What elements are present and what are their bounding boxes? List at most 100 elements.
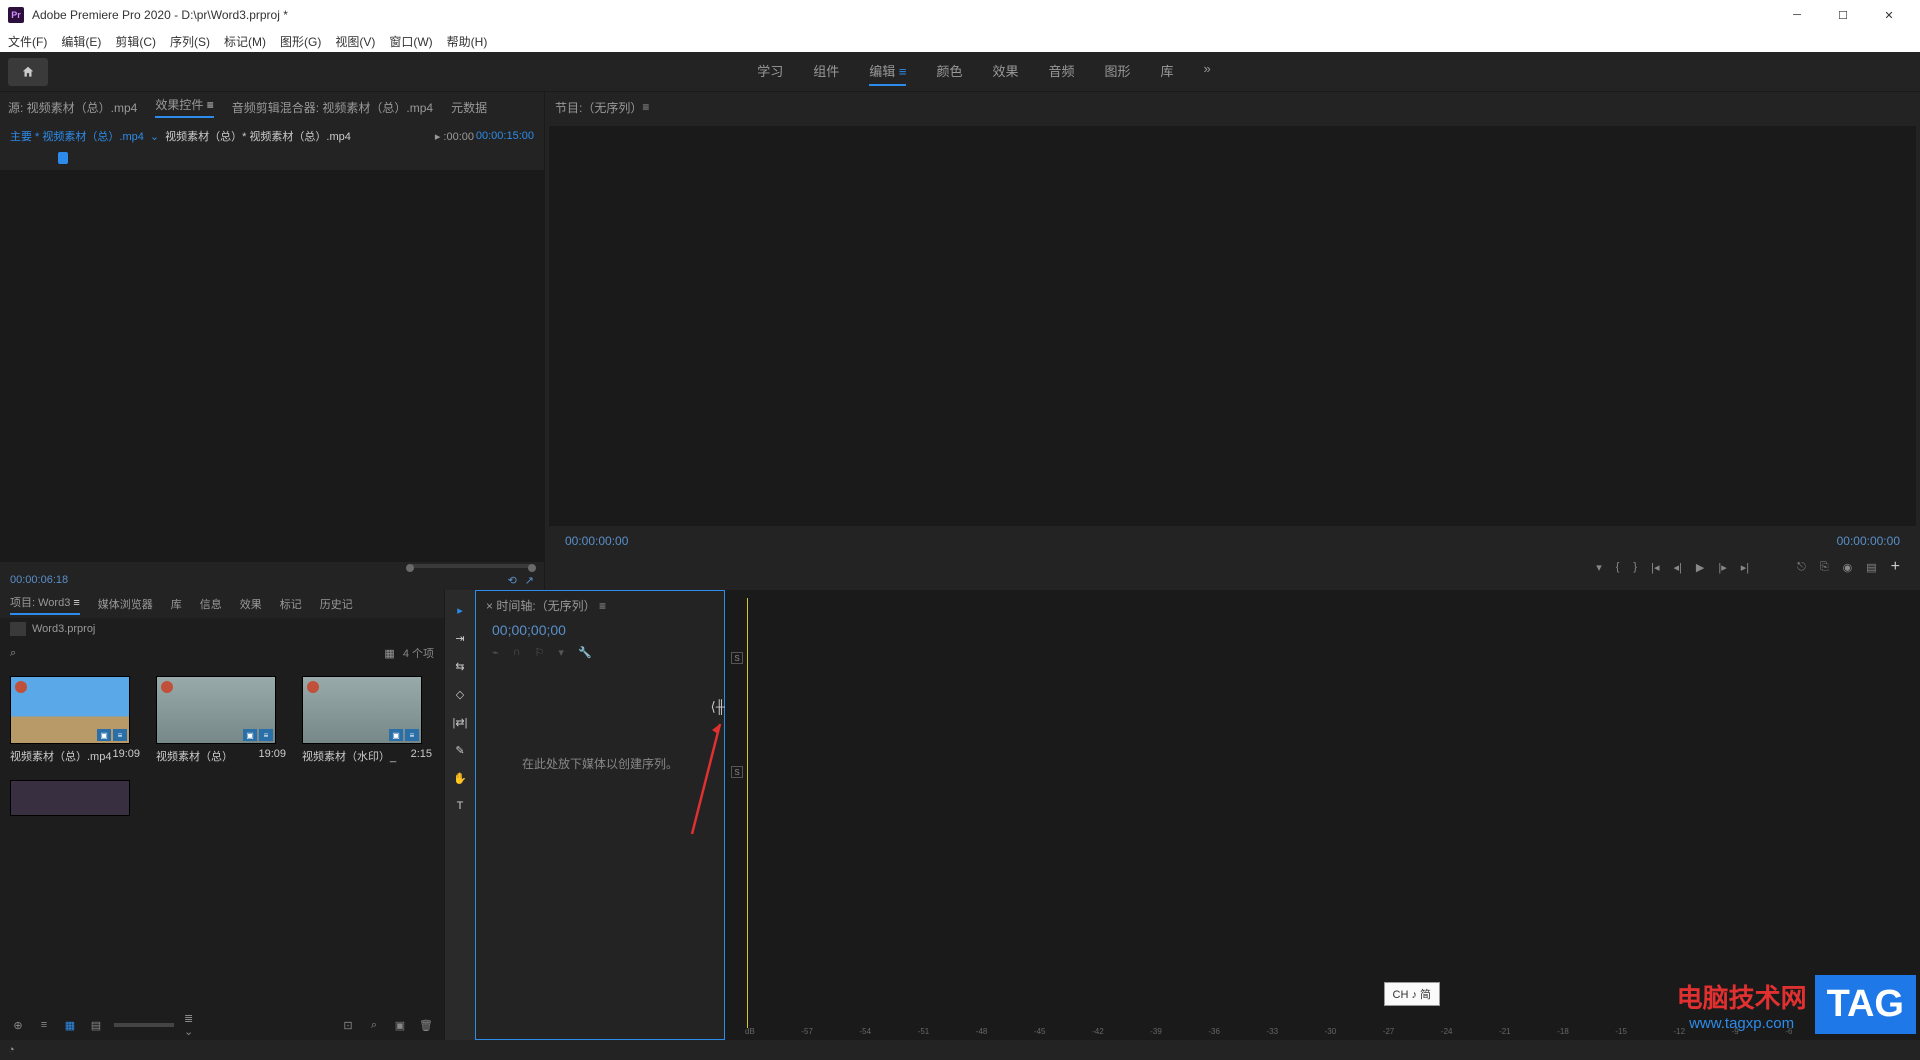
menu-graphics[interactable]: 图形(G): [280, 33, 321, 50]
menu-markers[interactable]: 标记(M): [224, 33, 266, 50]
insert-icon[interactable]: ▾: [558, 646, 564, 659]
export-frame-icon[interactable]: ◉: [1843, 561, 1853, 574]
find-icon[interactable]: ⌕: [366, 1017, 382, 1033]
tab-effects[interactable]: 效果: [992, 57, 1018, 86]
tab-audio[interactable]: 音频: [1049, 57, 1075, 86]
master-clip-label[interactable]: 主要 * 视频素材（总）.mp4: [10, 128, 144, 144]
bin-item[interactable]: ▣≡ 视频素材（水印）_2:15: [302, 676, 432, 764]
tab-metadata[interactable]: 元数据: [451, 99, 487, 116]
new-bin-icon[interactable]: ⊕: [10, 1017, 26, 1033]
menu-clip[interactable]: 剪辑(C): [115, 33, 156, 50]
effect-scrollbar[interactable]: [0, 562, 544, 570]
in-point-icon[interactable]: {: [1616, 561, 1620, 573]
tab-editing[interactable]: 编辑 ≡: [869, 57, 906, 86]
menu-view[interactable]: 视图(V): [335, 33, 375, 50]
step-back-icon[interactable]: ◂|: [1673, 561, 1681, 574]
menu-file[interactable]: 文件(F): [8, 33, 47, 50]
zoom-slider[interactable]: [114, 1023, 174, 1027]
type-tool-icon[interactable]: T: [450, 796, 470, 816]
sort-icon[interactable]: ≣ ⌄: [184, 1017, 200, 1033]
menu-edit[interactable]: 编辑(E): [61, 33, 101, 50]
bin-item[interactable]: ▣≡ 视频素材（总）.mp419:09: [10, 676, 140, 764]
menu-window[interactable]: 窗口(W): [389, 33, 432, 50]
folder-icon[interactable]: [10, 622, 26, 636]
tab-libraries[interactable]: 库: [171, 596, 182, 612]
goto-in-icon[interactable]: |◂: [1651, 561, 1659, 574]
tab-history[interactable]: 历史记: [320, 596, 353, 612]
project-bins[interactable]: ▣≡ 视频素材（总）.mp419:09 ▣≡ 视频素材（总）19:09 ▣≡ 视…: [0, 666, 444, 1010]
tab-learn[interactable]: 学习: [757, 57, 783, 86]
linked-sel-icon[interactable]: ∩: [513, 646, 521, 659]
lift-icon[interactable]: ⎋: [1797, 561, 1806, 574]
audio-meter-panel: S S dB-57-54-51-48-45-42-39-36-33-30-27-…: [725, 590, 1920, 1040]
effect-timeline-ruler[interactable]: [10, 150, 544, 170]
effect-controls-panel: 源: 视频素材（总）.mp4 效果控件 ≡ 音频剪辑混合器: 视频素材（总）.m…: [0, 92, 545, 590]
extract-icon[interactable]: ⎘: [1820, 561, 1829, 574]
solo-button[interactable]: S: [731, 652, 743, 664]
tab-audio-mixer[interactable]: 音频剪辑混合器: 视频素材（总）.mp4: [232, 99, 433, 116]
slip-tool-icon[interactable]: |⇄|: [450, 712, 470, 732]
timeline-panel[interactable]: × 时间轴:（无序列） ≡ 00;00;00;00 ⌁ ∩ ⚐ ▾ 🔧 在此处放…: [475, 590, 725, 1040]
minimize-button[interactable]: ─: [1774, 0, 1820, 30]
ime-indicator[interactable]: CH ♪ 简: [1384, 982, 1441, 1006]
marker2-icon[interactable]: ⚐: [535, 646, 545, 659]
play-icon[interactable]: ▶: [1696, 561, 1704, 574]
maximize-button[interactable]: ☐: [1820, 0, 1866, 30]
status-icon: ◔: [8, 1044, 15, 1056]
tab-assembly[interactable]: 组件: [813, 57, 839, 86]
razor-tool-icon[interactable]: ◇: [450, 684, 470, 704]
snap-icon[interactable]: ⌁: [492, 646, 499, 659]
program-tc-left[interactable]: 00:00:00:00: [565, 534, 628, 548]
bin-item[interactable]: ▣≡ 视频素材（总）19:09: [156, 676, 286, 764]
watermark-tag: TAG: [1815, 975, 1916, 1034]
list-view-icon[interactable]: ≡: [36, 1017, 52, 1033]
button-editor-icon[interactable]: +: [1891, 558, 1900, 576]
tab-source[interactable]: 源: 视频素材（总）.mp4: [8, 99, 137, 116]
tab-project[interactable]: 项目: Word3 ≡: [10, 594, 80, 615]
export-icon[interactable]: ↗: [525, 574, 534, 587]
tab-graphics[interactable]: 图形: [1105, 57, 1131, 86]
close-button[interactable]: ✕: [1866, 0, 1912, 30]
step-fwd-icon[interactable]: |▸: [1718, 561, 1726, 574]
program-tc-right[interactable]: 00:00:00:00: [1837, 534, 1900, 548]
wrench-icon[interactable]: 🔧: [578, 646, 592, 659]
search-icon[interactable]: ⌕: [10, 647, 16, 660]
marker-icon[interactable]: ▾: [1596, 561, 1602, 574]
tab-effects2[interactable]: 效果: [240, 596, 262, 612]
program-monitor[interactable]: [549, 126, 1916, 526]
current-timecode[interactable]: 00:00:06:18: [10, 574, 68, 586]
bin-item-placeholder[interactable]: [10, 780, 140, 816]
pen-tool-icon[interactable]: ✎: [450, 740, 470, 760]
hand-tool-icon[interactable]: ✋: [450, 768, 470, 788]
workspace-more[interactable]: »: [1204, 57, 1211, 86]
auto-seq-icon[interactable]: ⊡: [340, 1017, 356, 1033]
program-title[interactable]: 节目:（无序列）: [555, 99, 642, 116]
tab-effect-controls[interactable]: 效果控件 ≡: [155, 96, 213, 118]
tab-color[interactable]: 颜色: [936, 57, 962, 86]
selection-tool-icon[interactable]: ▸: [450, 600, 470, 620]
new-item-icon[interactable]: ▣: [392, 1017, 408, 1033]
home-button[interactable]: [8, 58, 48, 86]
menu-sequence[interactable]: 序列(S): [170, 33, 210, 50]
compare-icon[interactable]: ▤: [1866, 561, 1876, 574]
filter-icon[interactable]: ▦: [384, 647, 394, 660]
timeline-timecode[interactable]: 00;00;00;00: [476, 620, 724, 640]
goto-out-icon[interactable]: ▸|: [1741, 561, 1749, 574]
track-select-tool-icon[interactable]: ⇥: [450, 628, 470, 648]
tab-media-browser[interactable]: 媒体浏览器: [98, 596, 153, 612]
loop-icon[interactable]: ⟲: [508, 574, 517, 587]
playhead-icon[interactable]: [58, 152, 68, 164]
trash-icon[interactable]: 🗑: [418, 1017, 434, 1033]
tab-markers2[interactable]: 标记: [280, 596, 302, 612]
out-point-icon[interactable]: }: [1633, 561, 1637, 573]
tab-info[interactable]: 信息: [200, 596, 222, 612]
app-icon: Pr: [8, 7, 24, 23]
timeline-title: 时间轴:（无序列）: [496, 599, 595, 613]
tab-libraries[interactable]: 库: [1161, 57, 1174, 86]
solo-button[interactable]: S: [731, 766, 743, 778]
freeform-view-icon[interactable]: ▤: [88, 1017, 104, 1033]
ripple-tool-icon[interactable]: ⇆: [450, 656, 470, 676]
search-input[interactable]: [24, 646, 376, 661]
icon-view-icon[interactable]: ▦: [62, 1017, 78, 1033]
menu-help[interactable]: 帮助(H): [447, 33, 488, 50]
